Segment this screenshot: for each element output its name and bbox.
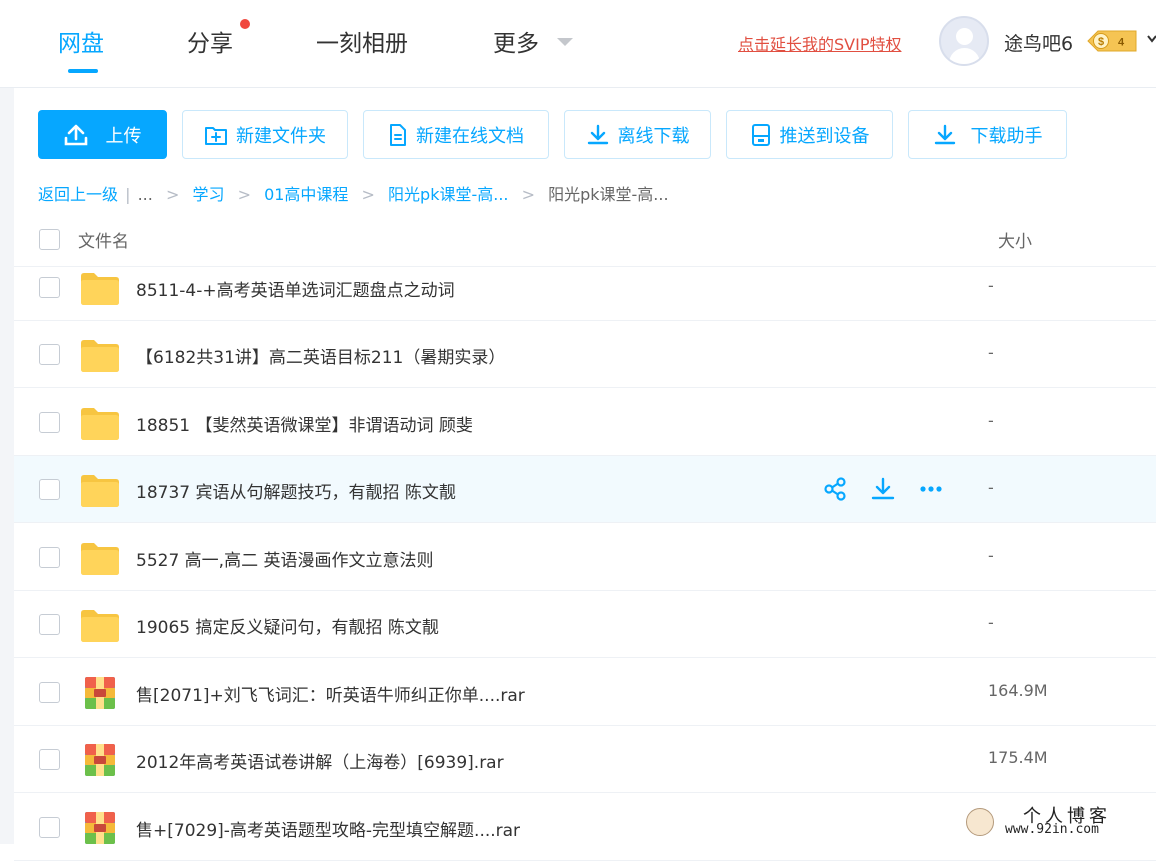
push-to-device-label: 推送到设备 bbox=[779, 125, 870, 147]
watermark-logo-icon bbox=[966, 808, 994, 836]
file-size: - bbox=[988, 276, 994, 295]
upload-button[interactable]: 上传 bbox=[38, 110, 167, 159]
download-icon[interactable] bbox=[870, 476, 896, 502]
active-tab-indicator bbox=[68, 69, 98, 73]
file-name[interactable]: 2012年高考英语试卷讲解（上海卷）[6939].rar bbox=[136, 748, 504, 773]
row-checkbox[interactable] bbox=[39, 547, 60, 568]
file-row[interactable]: 18737 宾语从句解题技巧，有靓招 陈文靓 - bbox=[14, 456, 1156, 523]
document-icon bbox=[390, 123, 406, 146]
file-row[interactable]: 2012年高考英语试卷讲解（上海卷）[6939].rar 175.4M bbox=[14, 726, 1156, 793]
svip-renew-link[interactable]: 点击延长我的SVIP特权 bbox=[738, 31, 901, 55]
new-online-doc-button[interactable]: 新建在线文档 bbox=[363, 110, 549, 159]
row-checkbox[interactable] bbox=[39, 749, 60, 770]
new-folder-label: 新建文件夹 bbox=[236, 125, 326, 147]
upload-icon bbox=[64, 124, 87, 145]
file-name[interactable]: 售[2071]+刘飞飞词汇：听英语牛师纠正你单....rar bbox=[136, 681, 525, 706]
folder-icon bbox=[79, 470, 121, 510]
download-helper-icon bbox=[934, 124, 955, 144]
breadcrumb-item-study[interactable]: 学习 bbox=[192, 185, 224, 204]
svg-text:4: 4 bbox=[1118, 37, 1125, 49]
file-size: 175.4M bbox=[988, 748, 1048, 767]
nav-tab-album[interactable]: 一刻相册 bbox=[316, 24, 408, 58]
file-name[interactable]: 【6182共31讲】高二英语目标211（暑期实录） bbox=[136, 343, 505, 368]
row-checkbox[interactable] bbox=[39, 817, 60, 838]
nav-tab-share[interactable]: 分享 bbox=[187, 24, 233, 58]
breadcrumb-separator: > bbox=[361, 185, 375, 204]
breadcrumb-separator: > bbox=[237, 185, 251, 204]
folder-icon bbox=[79, 403, 121, 443]
file-name[interactable]: 5527 高一,高二 英语漫画作文立意法则 bbox=[136, 546, 433, 571]
row-checkbox[interactable] bbox=[39, 614, 60, 635]
watermark-url: www.92in.com bbox=[1005, 822, 1099, 837]
breadcrumb-item-parent[interactable]: 阳光pk课堂-高... bbox=[388, 185, 508, 204]
share-notification-dot bbox=[240, 19, 250, 29]
rar-archive-icon bbox=[79, 740, 121, 780]
breadcrumb-bar-separator: | bbox=[125, 185, 131, 204]
share-icon[interactable] bbox=[822, 476, 848, 502]
file-row[interactable]: 19065 搞定反义疑问句，有靓招 陈文靓 - bbox=[14, 591, 1156, 658]
file-row[interactable]: 售[2071]+刘飞飞词汇：听英语牛师纠正你单....rar 164.9M bbox=[14, 659, 1156, 726]
folder-icon bbox=[79, 268, 121, 308]
device-icon bbox=[751, 123, 770, 146]
column-header-size[interactable]: 大小 bbox=[998, 227, 1032, 252]
folder-icon bbox=[79, 335, 121, 375]
row-actions bbox=[822, 476, 944, 502]
breadcrumb: 返回上一级 | ... > 学习 > 01高中课程 > 阳光pk课堂-高... … bbox=[38, 181, 669, 205]
row-checkbox[interactable] bbox=[39, 479, 60, 500]
breadcrumb-back-link[interactable]: 返回上一级 bbox=[38, 185, 118, 204]
rar-archive-icon bbox=[79, 673, 121, 713]
user-menu-caret-icon[interactable] bbox=[1147, 34, 1156, 44]
file-size: - bbox=[988, 411, 994, 430]
top-nav-bar: 网盘 分享 一刻相册 更多 点击延长我的SVIP特权 途鸟吧6 $ 4 bbox=[0, 0, 1156, 88]
file-row[interactable]: 【6182共31讲】高二英语目标211（暑期实录） - bbox=[14, 321, 1156, 388]
download-icon bbox=[587, 124, 608, 144]
new-folder-button[interactable]: 新建文件夹 bbox=[182, 110, 348, 159]
watermark: 个人博客 www.92in.com bbox=[963, 800, 1156, 844]
breadcrumb-current: 阳光pk课堂-高... bbox=[548, 185, 669, 204]
file-size: - bbox=[988, 343, 994, 362]
svip-level-badge-icon: $ 4 bbox=[1087, 30, 1137, 52]
breadcrumb-separator: > bbox=[521, 185, 535, 204]
file-size: - bbox=[988, 478, 994, 497]
file-name[interactable]: 8511-4-+高考英语单选词汇题盘点之动词 bbox=[136, 276, 455, 301]
select-all-checkbox[interactable] bbox=[39, 229, 60, 250]
upload-label: 上传 bbox=[105, 125, 142, 147]
row-checkbox[interactable] bbox=[39, 682, 60, 703]
more-dropdown-caret-icon[interactable] bbox=[557, 38, 573, 46]
file-size: - bbox=[988, 613, 994, 632]
row-checkbox[interactable] bbox=[39, 412, 60, 433]
more-options-icon[interactable] bbox=[918, 476, 944, 502]
breadcrumb-item-course[interactable]: 01高中课程 bbox=[264, 185, 348, 204]
file-row[interactable]: 8511-4-+高考英语单选词汇题盘点之动词 - bbox=[14, 254, 1156, 321]
breadcrumb-separator: > bbox=[165, 185, 180, 204]
column-header-name[interactable]: 文件名 bbox=[78, 227, 129, 252]
push-to-device-button[interactable]: 推送到设备 bbox=[726, 110, 893, 159]
row-checkbox[interactable] bbox=[39, 344, 60, 365]
folder-icon bbox=[79, 538, 121, 578]
file-size: - bbox=[988, 546, 994, 565]
download-helper-label: 下载助手 bbox=[970, 125, 1043, 147]
breadcrumb-ellipsis[interactable]: ... bbox=[138, 185, 153, 204]
file-name[interactable]: 售+[7029]-高考英语题型攻略-完型填空解题....rar bbox=[136, 816, 520, 841]
download-helper-button[interactable]: 下载助手 bbox=[908, 110, 1067, 159]
file-name[interactable]: 18737 宾语从句解题技巧，有靓招 陈文靓 bbox=[136, 478, 456, 503]
offline-download-button[interactable]: 离线下载 bbox=[564, 110, 711, 159]
file-row[interactable]: 18851 【斐然英语微课堂】非谓语动词 顾斐 - bbox=[14, 389, 1156, 456]
nav-tab-more[interactable]: 更多 bbox=[493, 24, 539, 58]
folder-plus-icon bbox=[205, 126, 227, 145]
offline-download-label: 离线下载 bbox=[617, 125, 690, 147]
username[interactable]: 途鸟吧6 bbox=[1004, 29, 1073, 56]
file-name[interactable]: 18851 【斐然英语微课堂】非谓语动词 顾斐 bbox=[136, 411, 473, 436]
user-avatar[interactable] bbox=[939, 16, 989, 66]
nav-tab-netdisk[interactable]: 网盘 bbox=[58, 24, 104, 58]
file-name[interactable]: 19065 搞定反义疑问句，有靓招 陈文靓 bbox=[136, 613, 439, 638]
file-size: 164.9M bbox=[988, 681, 1048, 700]
rar-archive-icon bbox=[79, 808, 121, 848]
new-online-doc-label: 新建在线文档 bbox=[416, 125, 524, 147]
left-sidebar-edge bbox=[0, 88, 14, 844]
file-row[interactable]: 5527 高一,高二 英语漫画作文立意法则 - bbox=[14, 524, 1156, 591]
row-checkbox[interactable] bbox=[39, 277, 60, 298]
svg-text:$: $ bbox=[1098, 36, 1104, 48]
folder-icon bbox=[79, 605, 121, 645]
